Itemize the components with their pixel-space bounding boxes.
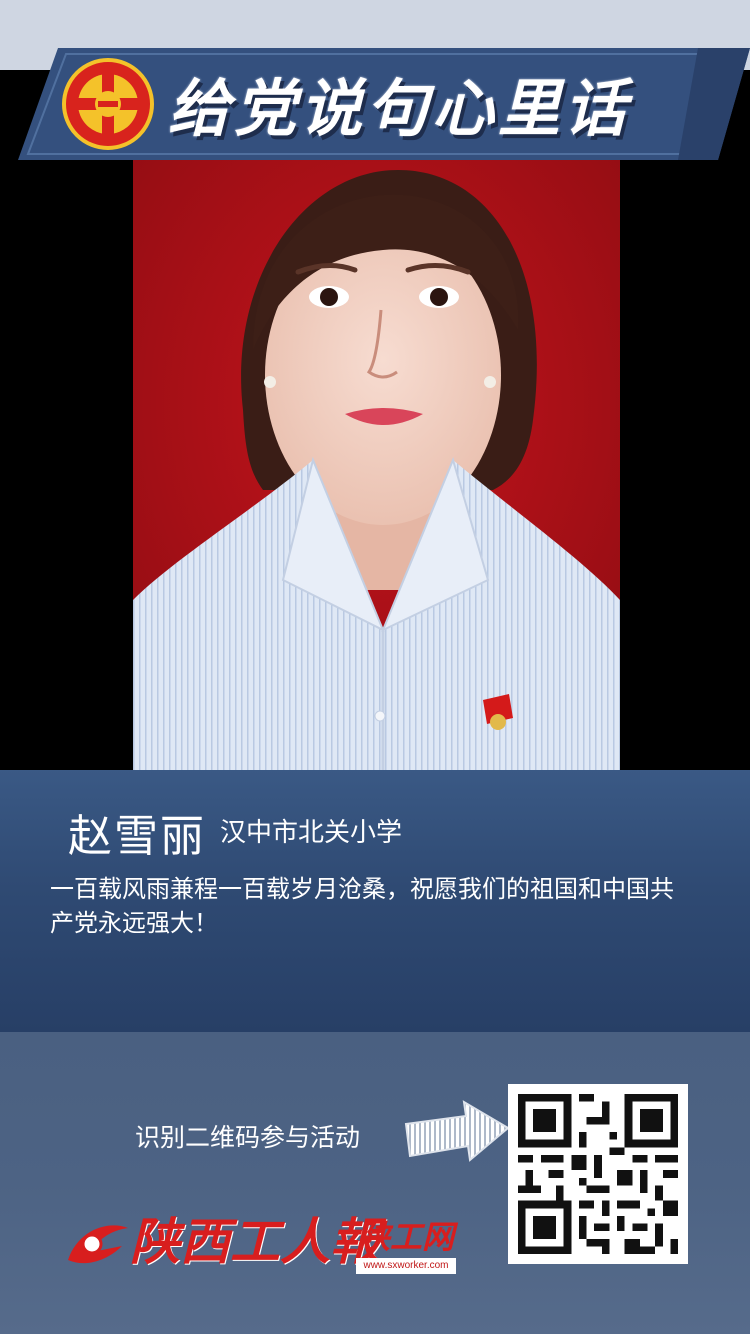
- qr-code-icon: [518, 1094, 678, 1254]
- person-organization: 汉中市北关小学: [220, 818, 403, 848]
- website-name: 陕工网: [358, 1218, 455, 1256]
- website-url: www.sxworker.com: [356, 1258, 456, 1274]
- newspaper-name: 陕西工人報: [130, 1212, 380, 1271]
- right-frame: [620, 70, 750, 770]
- qr-code[interactable]: [508, 1084, 688, 1264]
- trade-union-emblem-icon: [62, 58, 154, 150]
- person-name: 赵雪丽: [68, 811, 206, 862]
- arrow-right-icon: [404, 1098, 510, 1168]
- left-frame: [0, 70, 133, 770]
- portrait-photo: [133, 160, 620, 770]
- banner-title: 给党说句心里话: [168, 72, 631, 145]
- newspaper-emblem-icon: [68, 1225, 128, 1264]
- qr-call-to-action: 识别二维码参与活动: [135, 1123, 361, 1152]
- message-text: 一百载风雨兼程一百载岁月沧桑，祝愿我们的祖国和中国共产党永远强大！: [50, 875, 674, 937]
